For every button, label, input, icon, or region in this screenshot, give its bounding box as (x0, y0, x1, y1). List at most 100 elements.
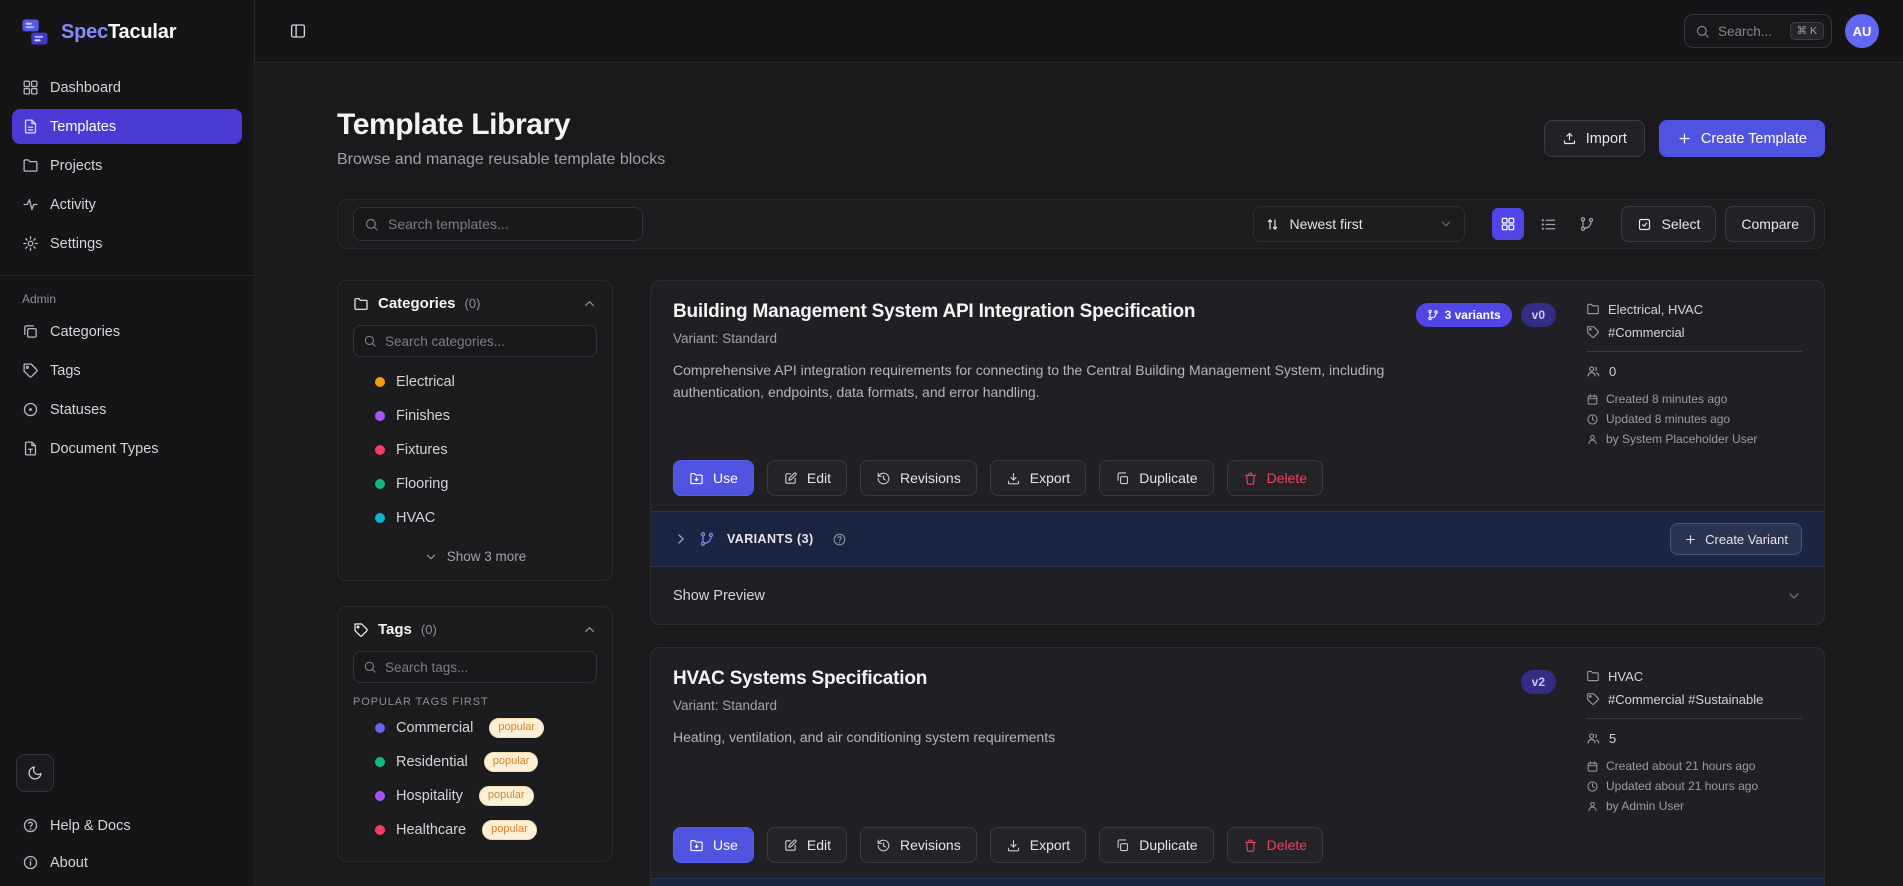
variants-count-badge[interactable]: 3 variants (1415, 303, 1512, 327)
sidebar-item-categories[interactable]: Categories (12, 314, 242, 349)
category-item[interactable]: HVAC (353, 501, 597, 535)
tags-panel-header[interactable]: Tags (0) (353, 621, 597, 638)
search-icon (363, 334, 377, 348)
meta-users: 0 (1586, 364, 1802, 379)
help-circle-icon (22, 817, 39, 834)
export-button[interactable]: Export (989, 827, 1087, 864)
chevron-right-icon[interactable] (673, 531, 689, 547)
tags-filter-panel: Tags (0) Search tags... POPULAR TAGS FIR… (337, 606, 613, 862)
app-logo-icon (20, 17, 50, 47)
info-circle-icon (22, 854, 39, 871)
tag-item[interactable]: Commercial popular (353, 711, 597, 745)
help-circle-icon[interactable] (832, 532, 847, 547)
sidebar-item-settings[interactable]: Settings (12, 226, 242, 261)
delete-button[interactable]: Delete (1226, 827, 1324, 864)
category-item[interactable]: Flooring (353, 467, 597, 501)
create-variant-button[interactable]: Create Variant (1670, 523, 1802, 556)
tag-item[interactable]: Hospitality popular (353, 779, 597, 813)
variants-badge-label: 3 variants (1444, 308, 1501, 322)
sidebar-item-help-docs[interactable]: Help & Docs (12, 808, 242, 843)
show-more-categories-button[interactable]: Show 3 more (353, 545, 597, 566)
template-title: Building Management System API Integrati… (673, 301, 1196, 322)
tag-item[interactable]: Residential popular (353, 745, 597, 779)
edit-icon (783, 471, 798, 486)
create-variant-label: Create Variant (1705, 531, 1788, 547)
import-button[interactable]: Import (1543, 120, 1645, 157)
template-variant-line: Variant: Standard (673, 698, 778, 714)
meta-author: by System Placeholder User (1586, 432, 1802, 446)
tag-item[interactable]: Healthcare popular (353, 813, 597, 847)
git-branch-icon (1427, 309, 1439, 321)
meta-divider (1586, 351, 1802, 353)
copy-icon (1115, 471, 1130, 486)
template-search-input[interactable]: Search templates... (353, 207, 643, 241)
sidebar-item-document-types[interactable]: Document Types (12, 431, 242, 466)
sidebar-item-about[interactable]: About (12, 845, 242, 880)
grid-view-icon (1500, 216, 1516, 232)
sort-select[interactable]: Newest first (1253, 206, 1466, 242)
category-item[interactable]: Electrical (353, 365, 597, 399)
download-icon (1006, 471, 1021, 486)
trash-icon (1243, 838, 1258, 853)
edit-button-label: Edit (806, 470, 832, 487)
sidebar-toggle-button[interactable] (283, 16, 313, 46)
categories-search-input[interactable]: Search categories... (353, 325, 597, 357)
primary-nav: Dashboard Templates Projects Activity Se… (0, 60, 254, 261)
categories-panel-title: Categories (378, 295, 456, 312)
duplicate-button[interactable]: Duplicate (1099, 460, 1214, 497)
template-description: Comprehensive API integration requiremen… (673, 362, 1385, 400)
edit-button[interactable]: Edit (766, 460, 848, 497)
tags-panel-title: Tags (378, 621, 412, 638)
categories-count: (0) (464, 296, 481, 311)
list-view-button[interactable] (1533, 209, 1563, 239)
sidebar-item-projects[interactable]: Projects (12, 148, 242, 183)
tag-icon (22, 362, 39, 379)
theme-toggle-button[interactable] (16, 754, 54, 792)
category-color-dot (375, 513, 385, 523)
revisions-button[interactable]: Revisions (860, 827, 977, 864)
page-header: Template Library Browse and manage reusa… (337, 108, 1825, 169)
arrow-up-down-icon (1265, 217, 1280, 232)
delete-button[interactable]: Delete (1226, 460, 1324, 497)
category-item[interactable]: Fixtures (353, 433, 597, 467)
sidebar-item-statuses[interactable]: Statuses (12, 392, 242, 427)
sidebar-item-label: Categories (50, 323, 121, 340)
app-logo[interactable]: SpecTacular (0, 0, 254, 60)
branch-view-button[interactable] (1572, 209, 1602, 239)
create-template-button[interactable]: Create Template (1658, 120, 1825, 157)
git-branch-icon (699, 531, 715, 547)
duplicate-button-label: Duplicate (1139, 837, 1198, 854)
panel-left-icon (289, 22, 307, 40)
use-button[interactable]: Use (673, 460, 754, 497)
compare-button[interactable]: Compare (1725, 206, 1815, 242)
users-icon (1586, 731, 1601, 746)
global-search-input[interactable]: Search... ⌘ K (1684, 14, 1832, 48)
sidebar-item-dashboard[interactable]: Dashboard (12, 70, 242, 105)
sidebar-item-label: Templates (50, 118, 117, 135)
category-label: Finishes (396, 408, 450, 424)
tags-search-input[interactable]: Search tags... (353, 651, 597, 683)
revisions-button[interactable]: Revisions (860, 460, 977, 497)
tag-color-dot (375, 723, 385, 733)
show-preview-toggle[interactable]: Show Preview (651, 567, 1824, 624)
categories-panel-header[interactable]: Categories (0) (353, 295, 597, 312)
sidebar-item-activity[interactable]: Activity (12, 187, 242, 222)
meta-tags-value: #Commercial (1608, 324, 1685, 340)
edit-button[interactable]: Edit (766, 827, 848, 864)
sidebar-item-templates[interactable]: Templates (12, 109, 242, 144)
category-label: Fixtures (396, 442, 448, 458)
select-button[interactable]: Select (1621, 206, 1717, 242)
export-button[interactable]: Export (989, 460, 1087, 497)
main-content: Template Library Browse and manage reusa… (255, 63, 1903, 886)
category-label: HVAC (396, 510, 436, 526)
sidebar-item-tags[interactable]: Tags (12, 353, 242, 388)
user-avatar[interactable]: AU (1845, 14, 1879, 48)
variants-bar: VARIANTS (3) Create Variant (651, 511, 1824, 568)
tag-color-dot (375, 825, 385, 835)
duplicate-button[interactable]: Duplicate (1099, 827, 1214, 864)
category-item[interactable]: Finishes (353, 399, 597, 433)
grid-view-button[interactable] (1492, 208, 1525, 240)
meta-created: Created about 21 hours ago (1586, 759, 1802, 773)
use-button[interactable]: Use (673, 827, 754, 864)
category-color-dot (375, 445, 385, 455)
